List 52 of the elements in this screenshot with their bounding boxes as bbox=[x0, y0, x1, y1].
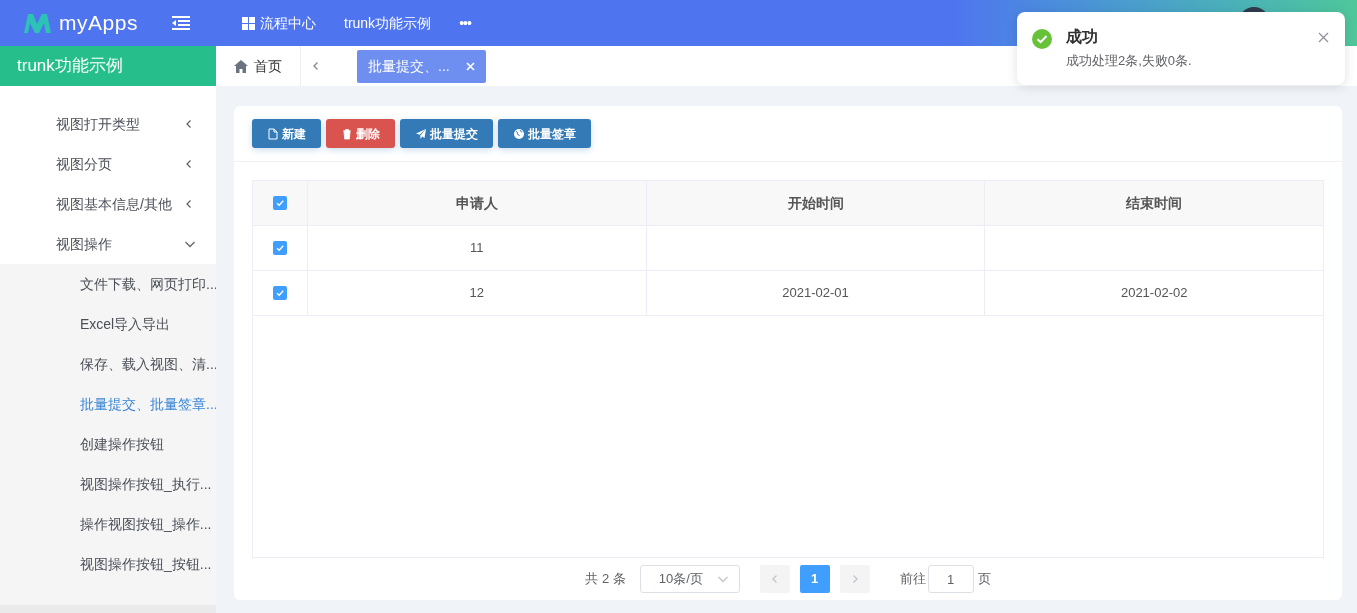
logo-text: myApps bbox=[59, 10, 138, 37]
checkmark-icon bbox=[275, 198, 285, 208]
new-button[interactable]: 新建 bbox=[252, 119, 321, 148]
sidebar-submenu-item[interactable]: 视图操作按钮_按钮... bbox=[0, 544, 216, 584]
check-circle-icon bbox=[1032, 29, 1052, 49]
sidebar-submenu-item[interactable]: Excel导入导出 bbox=[0, 304, 216, 344]
total-count: 共 2 条 bbox=[585, 570, 626, 589]
checkbox[interactable] bbox=[273, 286, 287, 300]
column-header[interactable]: 开始时间 bbox=[646, 181, 986, 225]
checkmark-icon bbox=[275, 243, 285, 253]
sidebar-submenu-item[interactable]: 创建操作按钮 bbox=[0, 424, 216, 464]
table-cell-text: 2021-02-01 bbox=[782, 284, 849, 303]
nav-menu-item[interactable]: 流程中心 bbox=[228, 0, 330, 46]
sidebar-submenu-item[interactable]: 视图操作按钮_执行... bbox=[0, 464, 216, 504]
page-size-select[interactable]: 10条/页 bbox=[639, 565, 740, 593]
nav-menu-item[interactable]: ••• bbox=[445, 0, 485, 46]
home-icon bbox=[234, 59, 248, 73]
page-suffix: 页 bbox=[977, 570, 991, 589]
table-cell-text: 2021-02-02 bbox=[1120, 284, 1188, 303]
trash-icon bbox=[341, 127, 353, 140]
file-icon bbox=[267, 127, 279, 140]
page-input[interactable]: 1 bbox=[927, 565, 974, 593]
sidebar-submenu-item[interactable]: 操作视图按钮_操作... bbox=[0, 504, 216, 544]
sidebar-submenu-item[interactable]: 批量提交、批量签章... bbox=[0, 384, 216, 424]
checkbox[interactable] bbox=[273, 196, 287, 210]
delete-button[interactable]: 删除 bbox=[326, 119, 395, 148]
checkmark-icon bbox=[275, 288, 285, 298]
logo-icon bbox=[22, 12, 53, 34]
chevron-down-icon bbox=[716, 574, 729, 584]
sidebar-title: trunk功能示例 bbox=[0, 46, 216, 86]
sidebar-menu-item[interactable]: 视图基本信息/其他 bbox=[0, 184, 216, 224]
sidebar-menu-item[interactable]: 视图操作 bbox=[0, 224, 216, 264]
sidebar-submenu-item[interactable]: 保存、载入视图、清... bbox=[0, 344, 216, 384]
sidebar-submenu-item[interactable]: 文件下载、网页打印... bbox=[0, 264, 216, 304]
column-header[interactable]: 申请人 bbox=[308, 181, 647, 225]
close-icon[interactable] bbox=[1318, 32, 1329, 43]
sidebar-menu-item[interactable]: 视图分页 bbox=[0, 144, 216, 184]
column-header[interactable]: 结束时间 bbox=[985, 181, 1323, 225]
goto-label: 前往 bbox=[899, 570, 926, 589]
table-cell-text: 12 bbox=[469, 284, 485, 303]
nav-menu-item[interactable]: trunk功能示例 bbox=[330, 0, 446, 46]
notification-title: 成功 bbox=[1066, 28, 1099, 46]
table-cell-text: 11 bbox=[470, 239, 484, 258]
grid-icon bbox=[242, 16, 255, 30]
submit-button[interactable]: 批量提交 bbox=[400, 119, 493, 148]
notification-message: 成功处理2条,失败0条. bbox=[1066, 52, 1193, 70]
home-tab[interactable]: 首页 bbox=[216, 46, 301, 86]
sidebar-menu-item[interactable]: 视图打开类型 bbox=[0, 104, 216, 144]
checkbox[interactable] bbox=[273, 241, 287, 255]
paper-plane-icon bbox=[415, 127, 427, 140]
sign-button[interactable]: 批量签章 bbox=[498, 119, 591, 148]
menu-toggle-icon[interactable] bbox=[172, 16, 190, 30]
